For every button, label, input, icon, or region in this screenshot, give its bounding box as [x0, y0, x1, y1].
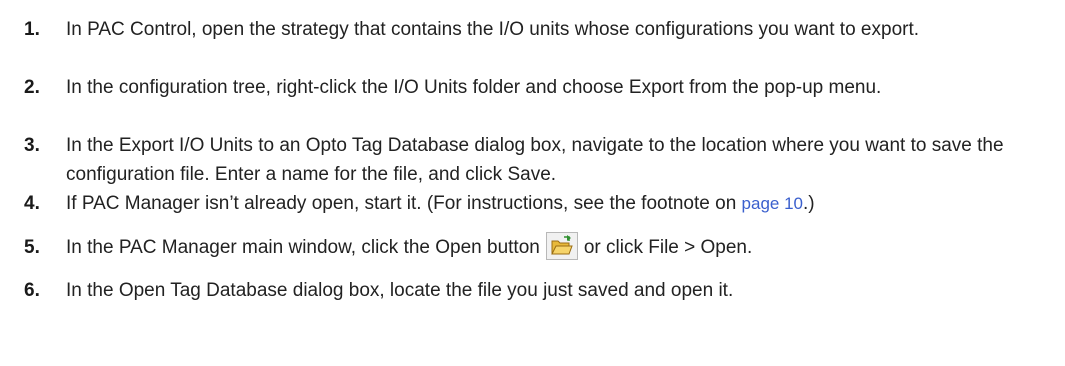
step-number: 1. — [24, 19, 40, 40]
step-text-after: .) — [803, 193, 815, 214]
instruction-steps: 1. In PAC Control, open the strategy tha… — [0, 0, 1065, 366]
step-text: In the PAC Manager main window, click th… — [66, 231, 1059, 262]
step-text: In the Open Tag Database dialog box, loc… — [66, 280, 734, 301]
step-number: 2. — [24, 77, 40, 98]
page-link[interactable]: page 10 — [742, 194, 803, 213]
step-number: 6. — [24, 280, 40, 301]
step-text: If PAC Manager isn’t already open, start… — [66, 189, 1059, 218]
step-text: In PAC Control, open the strategy that c… — [66, 19, 920, 40]
step-text-before: In the PAC Manager main window, click th… — [66, 237, 540, 258]
step-number: 3. — [24, 135, 40, 156]
step-text-before: If PAC Manager isn’t already open, start… — [66, 193, 742, 214]
step-text: In the configuration tree, right-click t… — [66, 77, 882, 98]
step-text-after: or click File > Open. — [583, 237, 753, 258]
open-folder-icon — [545, 231, 578, 260]
step-number: 4. — [24, 193, 40, 214]
step-number: 5. — [24, 237, 40, 258]
step-text: In the Export I/O Units to an Opto Tag D… — [66, 135, 1004, 185]
